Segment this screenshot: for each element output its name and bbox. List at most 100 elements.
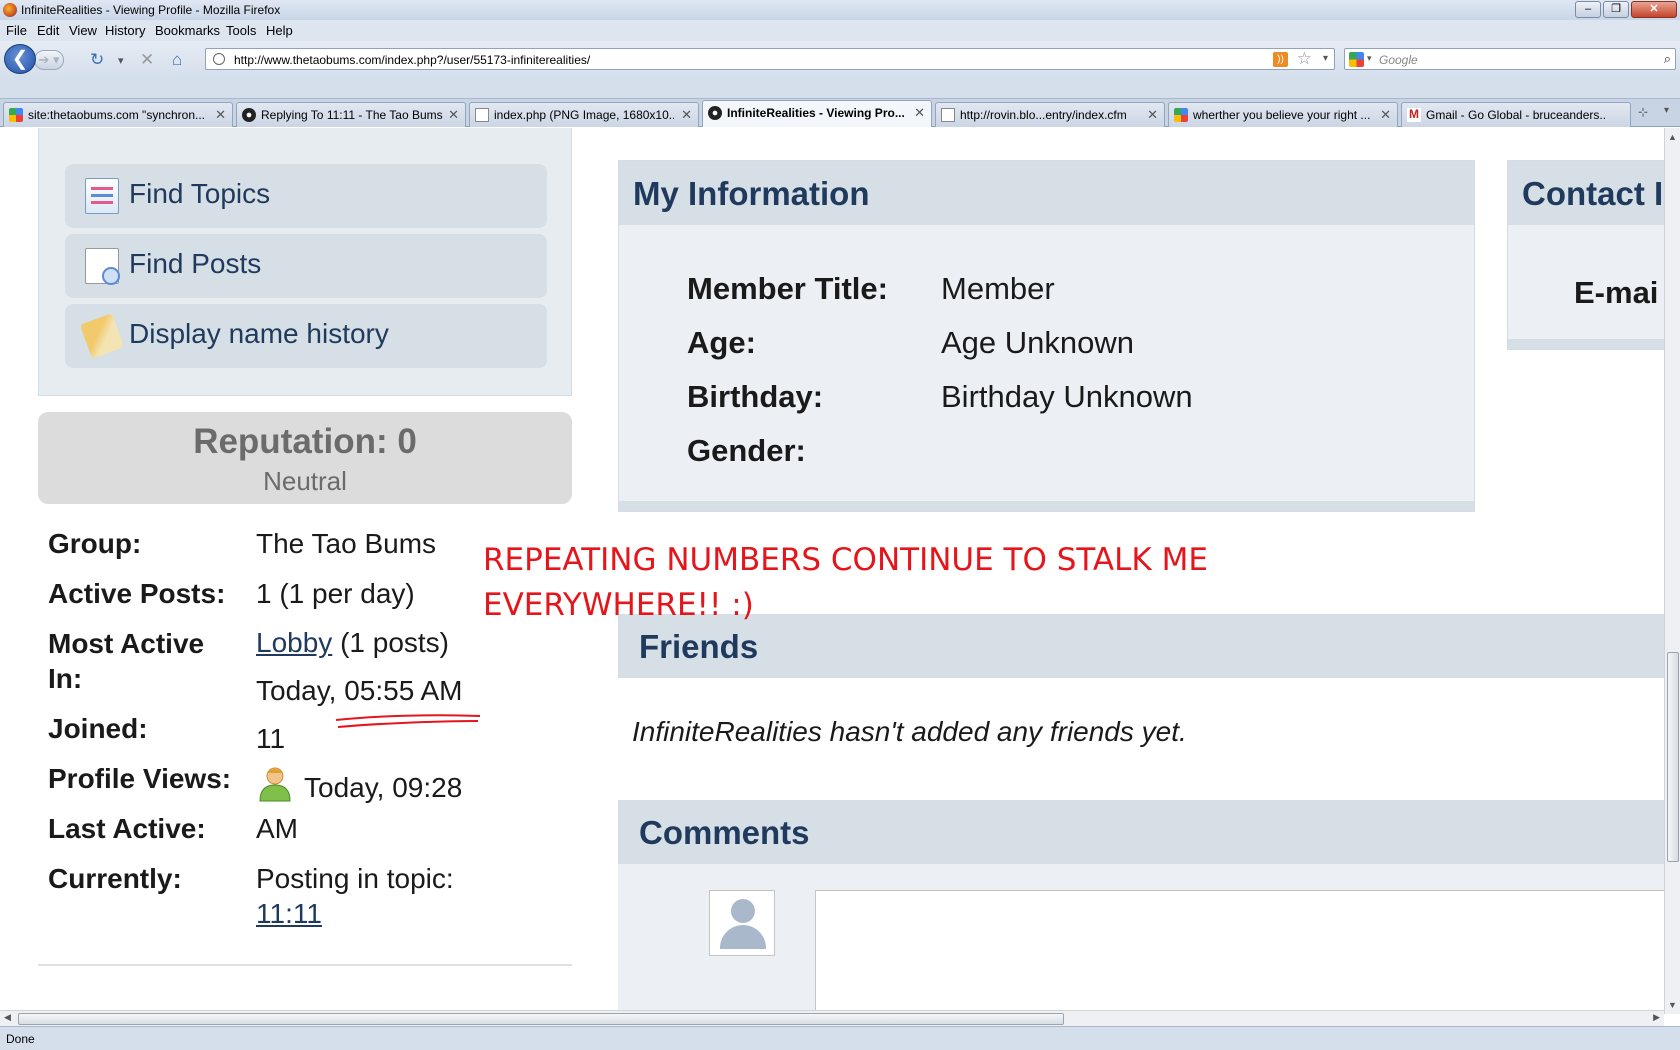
- contact-header: Contact I: [1508, 161, 1664, 225]
- tab-label: Replying To 11:11 - The Tao Bums: [261, 108, 443, 122]
- maximize-button[interactable]: ❐: [1603, 1, 1629, 18]
- window-title: InfiniteRealities - Viewing Profile - Mo…: [21, 3, 281, 17]
- tab-label: http://rovin.blo...entry/index.cfm: [960, 108, 1127, 122]
- currently-label: Currently:: [48, 863, 182, 894]
- scroll-right-icon[interactable]: ▶: [1653, 1012, 1660, 1023]
- comment-textarea[interactable]: [815, 890, 1664, 1010]
- profile-links-panel: Find Topics Find Posts Display name hist…: [38, 128, 572, 396]
- vertical-scrollbar[interactable]: ▲ ▼: [1664, 128, 1680, 1014]
- menu-bar: File Edit View History Bookmarks Tools H…: [0, 20, 1680, 41]
- display-name-history-link[interactable]: Display name history: [65, 304, 547, 368]
- menu-help[interactable]: Help: [266, 23, 293, 38]
- last-active-label: Last Active:: [48, 813, 206, 844]
- find-topics-label: Find Topics: [129, 178, 271, 209]
- tab-gmail[interactable]: M Gmail - Go Global - bruceanders...: [1401, 102, 1631, 127]
- window-titlebar: InfiniteRealities - Viewing Profile - Mo…: [0, 0, 1680, 20]
- bookmarks-toolbar: [0, 77, 1680, 99]
- close-tab-icon[interactable]: ✕: [914, 105, 925, 121]
- contact-footer: [1508, 339, 1664, 349]
- my-information-card: My Information Member Title: Member Age:…: [618, 160, 1475, 512]
- find-posts-link[interactable]: Find Posts: [65, 234, 547, 298]
- find-topics-link[interactable]: Find Topics: [65, 164, 547, 228]
- red-annotation: REPEATING NUMBERS CONTINUE TO STALK ME E…: [483, 538, 1208, 628]
- comments-title: Comments: [639, 814, 810, 851]
- gender-label: Gender:: [687, 433, 806, 468]
- vertical-scroll-thumb[interactable]: [1667, 652, 1679, 862]
- forward-button[interactable]: ➔ ▾: [34, 50, 64, 70]
- search-icon[interactable]: ⌕: [1664, 51, 1671, 67]
- scroll-left-icon[interactable]: ◀: [4, 1012, 11, 1023]
- url-dropdown-icon[interactable]: ▾: [1323, 53, 1328, 64]
- menu-tools[interactable]: Tools: [226, 23, 256, 38]
- minimize-button[interactable]: –: [1575, 1, 1601, 18]
- joined-label: Joined:: [48, 713, 148, 744]
- tab-label: index.php (PNG Image, 1680x10...: [494, 108, 674, 122]
- age-value: Age Unknown: [941, 325, 1135, 360]
- most-active-count: (1 posts): [340, 627, 450, 658]
- scroll-up-icon[interactable]: ▲: [1668, 132, 1677, 142]
- tab-rovin-blog[interactable]: http://rovin.blo...entry/index.cfm ✕: [935, 102, 1165, 127]
- url-text: http://www.thetaobums.com/index.php?/use…: [234, 53, 591, 67]
- rss-feed-icon[interactable]: )): [1273, 52, 1288, 67]
- contact-card: Contact I E-mai: [1507, 160, 1664, 350]
- reputation-status: Neutral: [263, 466, 347, 496]
- horizontal-scroll-thumb[interactable]: [18, 1013, 1064, 1025]
- close-tab-icon[interactable]: ✕: [681, 107, 692, 123]
- annotation-line-2: EVERYWHERE!! :): [483, 587, 754, 623]
- annotation-line-1: REPEATING NUMBERS CONTINUE TO STALK ME: [483, 542, 1208, 578]
- lobby-link[interactable]: Lobby: [256, 627, 332, 658]
- menu-history[interactable]: History: [105, 23, 145, 38]
- tab-replying[interactable]: Replying To 11:11 - The Tao Bums ✕: [236, 102, 466, 127]
- profile-views-label: Profile Views:: [48, 763, 232, 794]
- history-dropdown-icon[interactable]: ▾: [118, 54, 124, 67]
- birthday-value: Birthday Unknown: [941, 379, 1193, 414]
- close-tab-icon[interactable]: ✕: [1147, 107, 1158, 123]
- last-active-value: Today, 09:28: [304, 772, 463, 803]
- menu-view[interactable]: View: [69, 23, 97, 38]
- tab-png-image[interactable]: index.php (PNG Image, 1680x10... ✕: [469, 102, 699, 127]
- site-identity-icon[interactable]: [213, 53, 225, 65]
- menu-file[interactable]: File: [6, 23, 27, 38]
- friends-title: Friends: [639, 628, 759, 665]
- horizontal-scrollbar[interactable]: ◀ ▶: [0, 1010, 1664, 1026]
- search-input[interactable]: Google: [1379, 53, 1418, 67]
- reputation-box: Reputation: 0 Neutral: [38, 412, 572, 504]
- handdrawn-underline: [335, 714, 481, 728]
- tab-label: site:thetaobums.com "synchron...: [28, 108, 206, 122]
- close-tab-icon[interactable]: ✕: [448, 107, 459, 123]
- close-tab-icon[interactable]: ✕: [1380, 107, 1391, 123]
- section-divider: [38, 964, 572, 966]
- display-name-history-label: Display name history: [129, 318, 389, 349]
- list-all-tabs-icon[interactable]: ▾: [1664, 105, 1669, 116]
- stop-icon[interactable]: ✕: [140, 50, 154, 70]
- close-tab-icon[interactable]: ✕: [215, 107, 226, 123]
- reload-icon[interactable]: ↻: [90, 50, 104, 70]
- my-information-footer: [619, 501, 1474, 511]
- navigation-toolbar: ➔ ▾ ❮ ↻ ▾ ✕ ⌂ http://www.thetaobums.com/…: [0, 41, 1680, 77]
- tab-google-search-2[interactable]: wherther you believe your right ... ✕: [1168, 102, 1398, 127]
- group-value: The Tao Bums: [256, 528, 437, 559]
- engine-dropdown-icon[interactable]: ▾: [1367, 53, 1372, 64]
- tab-google-search[interactable]: site:thetaobums.com "synchron... ✕: [3, 102, 233, 127]
- tab-label: Gmail - Go Global - bruceanders...: [1426, 108, 1606, 122]
- url-bar[interactable]: http://www.thetaobums.com/index.php?/use…: [205, 48, 1335, 70]
- currently-link-wrap: 11:11: [256, 898, 322, 930]
- find-topics-icon: [85, 178, 119, 214]
- last-active-value-2: AM: [256, 813, 298, 844]
- comments-header: Comments: [618, 800, 1664, 864]
- bookmark-star-icon[interactable]: ☆: [1297, 49, 1312, 69]
- page-content: Find Topics Find Posts Display name hist…: [0, 128, 1664, 1010]
- search-bar[interactable]: ▾ Google ⌕: [1344, 48, 1676, 70]
- back-button[interactable]: ❮: [4, 44, 36, 74]
- member-title-value: Member: [941, 271, 1055, 306]
- menu-edit[interactable]: Edit: [37, 23, 59, 38]
- scroll-down-icon[interactable]: ▼: [1668, 1000, 1677, 1010]
- new-tab-icon[interactable]: ⊹: [1638, 105, 1648, 119]
- menu-bookmarks[interactable]: Bookmarks: [155, 23, 220, 38]
- google-search-engine-icon[interactable]: [1349, 52, 1364, 67]
- most-active-value: Lobby (1 posts): [256, 627, 449, 659]
- home-icon[interactable]: ⌂: [172, 50, 182, 70]
- topic-11-11-link[interactable]: 11:11: [256, 898, 322, 929]
- close-window-button[interactable]: ✕: [1631, 1, 1677, 18]
- tab-viewing-profile[interactable]: InfiniteRealities - Viewing Pro... ✕: [702, 100, 932, 127]
